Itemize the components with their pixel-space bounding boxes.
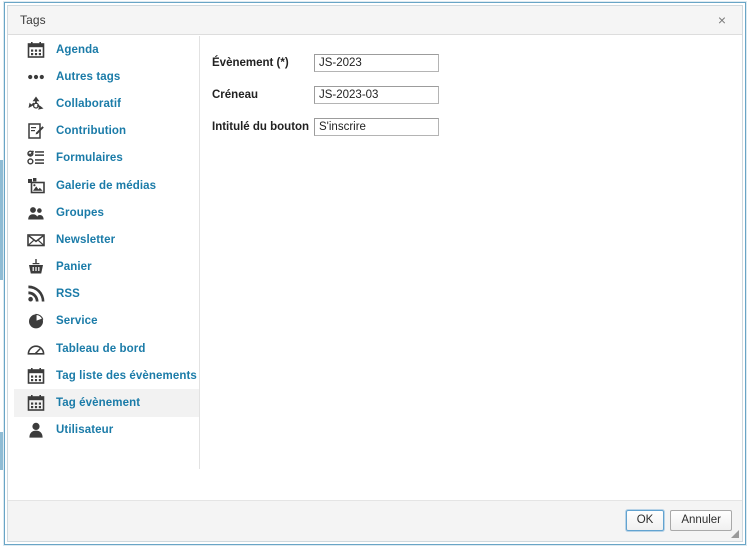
tag-category-sidebar: Agenda Autres tags Collaboratif Contributio… — [14, 36, 200, 469]
sidebar-item-galerie-de-medias[interactable]: Galerie de médias — [14, 172, 199, 199]
edit-document-icon — [25, 120, 47, 142]
sidebar-item-groupes[interactable]: Groupes — [14, 199, 199, 226]
form-field-input-2[interactable] — [314, 118, 439, 136]
form-field-label: Intitulé du bouton — [212, 121, 310, 133]
sidebar-item-label: Newsletter — [56, 233, 116, 246]
form-row: Évènement (*) — [204, 54, 449, 76]
tags-dialog: Tags × Agenda Autres tags Collaboratif Cont… — [4, 2, 746, 545]
footer-button-group: OK Annuler — [625, 510, 732, 531]
tag-settings-form: Évènement (*) Créneau Intitulé du bouton — [204, 36, 742, 500]
calendar-icon — [25, 392, 47, 414]
sidebar-item-label: Collaboratif — [56, 97, 122, 110]
sidebar-item-agenda[interactable]: Agenda — [14, 36, 199, 63]
users-icon — [25, 202, 47, 224]
calendar-icon — [25, 39, 47, 61]
sidebar-item-label: Agenda — [56, 43, 99, 56]
close-icon[interactable]: × — [712, 10, 732, 30]
sidebar-item-label: Panier — [56, 261, 92, 274]
recycle-icon — [25, 93, 47, 115]
ellipsis-icon — [25, 66, 47, 88]
sidebar-item-label: Service — [56, 315, 98, 328]
sidebar-item-label: Utilisateur — [56, 424, 114, 437]
sidebar-item-collaboratif[interactable]: Collaboratif — [14, 90, 199, 117]
form-row: Intitulé du bouton — [204, 118, 449, 140]
basket-icon — [25, 256, 47, 278]
image-gallery-icon — [25, 175, 47, 197]
ok-button[interactable]: OK — [625, 510, 665, 531]
sidebar-item-tableau-de-bord[interactable]: Tableau de bord — [14, 335, 199, 362]
dialog-title: Tags — [20, 13, 46, 27]
form-field-input-0[interactable] — [314, 54, 439, 72]
sidebar-item-rss[interactable]: RSS — [14, 281, 199, 308]
pie-chart-icon — [25, 310, 47, 332]
sidebar-item-newsletter[interactable]: Newsletter — [14, 226, 199, 253]
sidebar-item-label: Contribution — [56, 125, 127, 138]
dialog-inner-surface: Tags × Agenda Autres tags Collaboratif Cont… — [7, 5, 743, 542]
sidebar-item-utilisateur[interactable]: Utilisateur — [14, 417, 199, 444]
sidebar-item-label: Galerie de médias — [56, 179, 157, 192]
cancel-button[interactable]: Annuler — [670, 510, 732, 531]
dialog-footer: OK Annuler — [8, 500, 742, 541]
sidebar-item-autres-tags[interactable]: Autres tags — [14, 63, 199, 90]
sidebar-item-panier[interactable]: Panier — [14, 254, 199, 281]
sidebar-item-label: Formulaires — [56, 152, 123, 165]
sidebar-item-label: Tag évènement — [56, 397, 141, 410]
dialog-body: Agenda Autres tags Collaboratif Contributio… — [8, 36, 742, 500]
sidebar-item-contribution[interactable]: Contribution — [14, 118, 199, 145]
sidebar-item-formulaires[interactable]: Formulaires — [14, 145, 199, 172]
gauge-icon — [25, 338, 47, 360]
dialog-titlebar: Tags × — [8, 6, 742, 35]
left-edge-accent-strip — [0, 160, 3, 280]
checklist-icon — [25, 147, 47, 169]
sidebar-item-label: RSS — [56, 288, 80, 301]
form-field-input-1[interactable] — [314, 86, 439, 104]
envelope-icon — [25, 229, 47, 251]
rss-icon — [25, 283, 47, 305]
sidebar-item-label: Tableau de bord — [56, 342, 146, 355]
calendar-icon — [25, 365, 47, 387]
sidebar-item-label: Tag liste des évènements — [56, 369, 197, 382]
sidebar-item-label: Groupes — [56, 206, 104, 219]
sidebar-item-service[interactable]: Service — [14, 308, 199, 335]
user-icon — [25, 419, 47, 441]
form-field-label: Créneau — [212, 89, 259, 101]
sidebar-item-tag-liste-des-evenements[interactable]: Tag liste des évènements — [14, 362, 199, 389]
sidebar-item-tag-evenement[interactable]: Tag évènement — [14, 389, 199, 417]
form-field-label: Évènement (*) — [212, 57, 289, 69]
form-row: Créneau — [204, 86, 449, 108]
sidebar-item-label: Autres tags — [56, 70, 121, 83]
left-edge-accent-strip-lower — [0, 432, 3, 470]
